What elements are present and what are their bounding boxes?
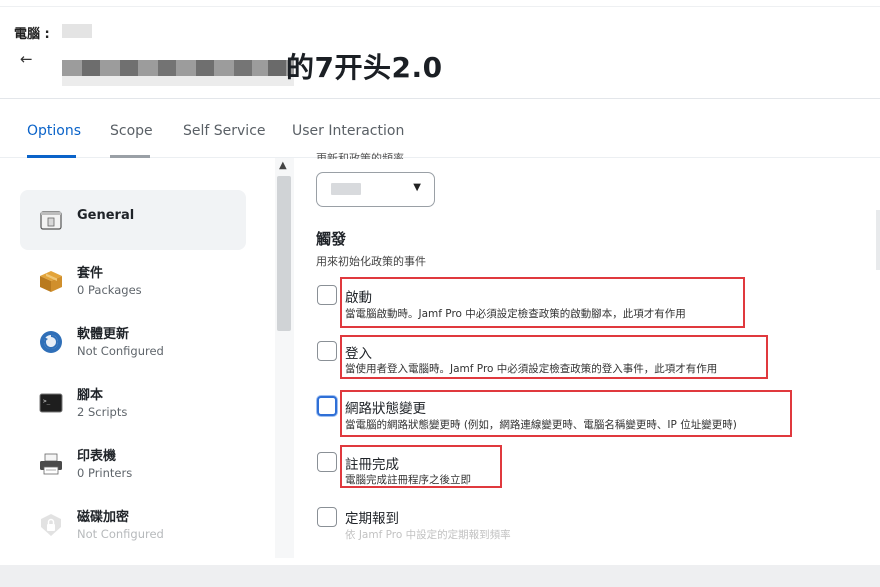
network-change-checkbox[interactable] — [317, 396, 337, 416]
top-divider — [0, 6, 880, 7]
sidebar-item-count: 2 Scripts — [77, 405, 128, 419]
recurring-checkin-checkbox[interactable] — [317, 507, 337, 527]
scroll-up-arrow-icon[interactable]: ▲ — [279, 160, 287, 171]
trigger-section-title: 觸發 — [316, 230, 347, 248]
scrollbar-thumb[interactable] — [277, 176, 291, 331]
sidebar-item-scripts[interactable]: >_ 腳本 2 Scripts — [20, 373, 246, 433]
sidebar-item-label: 套件 — [77, 266, 104, 281]
tab-user-interaction[interactable]: User Interaction — [292, 123, 404, 139]
sidebar-item-label: General — [77, 208, 135, 223]
disk-encryption-icon — [38, 512, 64, 538]
sidebar-item-packages[interactable]: 套件 0 Packages — [20, 251, 246, 311]
sidebar-item-software-updates[interactable]: 軟體更新 Not Configured — [20, 312, 246, 372]
startup-checkbox[interactable] — [317, 285, 337, 305]
sidebar-item-general[interactable]: General — [20, 190, 246, 250]
svg-text:>_: >_ — [43, 398, 51, 405]
terminal-script-icon: >_ — [38, 390, 64, 416]
tab-options-underline — [27, 155, 76, 158]
sidebar-item-disk-encryption[interactable]: 磁碟加密 Not Configured — [20, 495, 246, 555]
header-divider — [0, 98, 880, 99]
chevron-down-icon: ▼ — [413, 182, 421, 193]
tab-scope[interactable]: Scope — [110, 123, 153, 139]
login-checkbox[interactable] — [317, 341, 337, 361]
software-update-icon — [38, 329, 64, 355]
back-arrow-icon[interactable]: ← — [20, 50, 33, 68]
highlight-box-login — [340, 335, 768, 379]
tab-options[interactable]: Options — [27, 123, 81, 139]
general-window-icon — [38, 207, 64, 233]
recurring-checkin-label: 定期報到 — [345, 511, 399, 527]
tab-self-service[interactable]: Self Service — [183, 123, 266, 139]
highlight-box-network-change — [340, 390, 792, 437]
trigger-section-desc: 用來初始化政策的事件 — [316, 255, 426, 268]
printer-icon — [38, 451, 64, 477]
highlight-box-enrollment — [340, 445, 502, 488]
sidebar-item-label: 磁碟加密 — [77, 510, 130, 525]
sidebar-item-count: 0 Packages — [77, 283, 142, 297]
redacted-title-mosaic — [62, 22, 294, 88]
sidebar-item-status: Not Configured — [77, 344, 164, 358]
sidebar-item-printers[interactable]: 印表機 0 Printers — [20, 434, 246, 494]
frequency-label: 更新和政策的頻率 — [316, 152, 404, 159]
page-title: 的7开头2.0 — [286, 51, 443, 84]
redacted-select-value — [331, 183, 361, 195]
highlight-box-startup — [340, 277, 745, 328]
breadcrumb[interactable]: 電腦 : — [14, 23, 50, 42]
sidebar-item-label: 腳本 — [77, 388, 104, 403]
bottom-bar — [0, 565, 880, 587]
enrollment-complete-checkbox[interactable] — [317, 452, 337, 472]
sidebar-item-status: Not Configured — [77, 527, 164, 541]
sidebar-item-count: 0 Printers — [77, 466, 133, 480]
recurring-checkin-desc: 依 Jamf Pro 中設定的定期報到頻率 — [345, 529, 511, 541]
sidebar-item-label: 印表機 — [77, 449, 117, 464]
tab-scope-underline — [110, 155, 150, 158]
right-edge-panel — [876, 210, 880, 270]
frequency-select[interactable]: ▼ — [316, 172, 435, 207]
sidebar-item-label: 軟體更新 — [77, 327, 130, 342]
package-box-icon — [38, 268, 64, 294]
